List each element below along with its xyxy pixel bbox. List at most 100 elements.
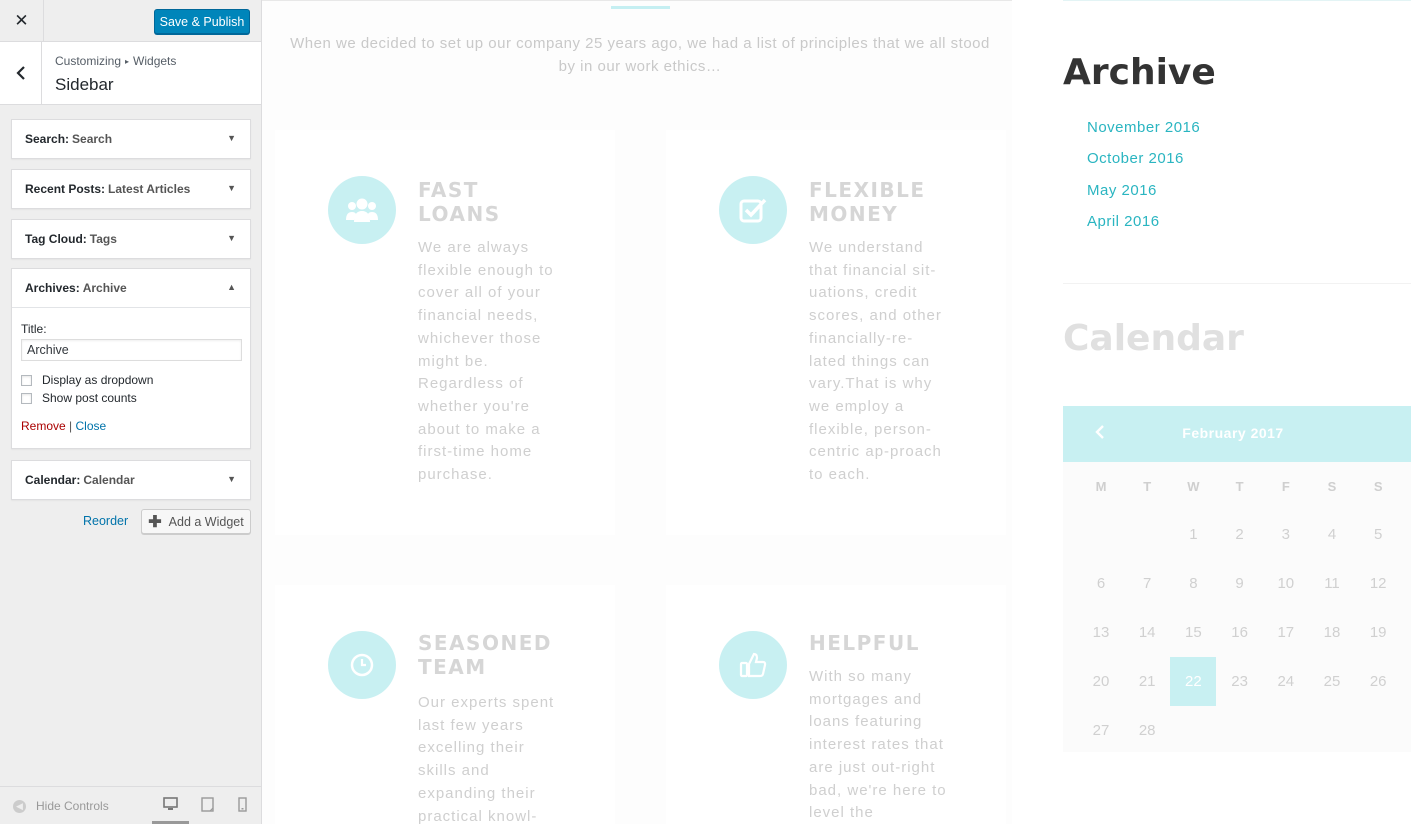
- reorder-link[interactable]: Reorder: [83, 514, 128, 528]
- widget-header[interactable]: Recent Posts: Latest Articles ▼: [12, 170, 250, 208]
- calendar-day[interactable]: 19: [1355, 608, 1401, 657]
- feature-card-seasoned-team: SEASONED TEAM Our experts spent last few…: [275, 585, 615, 824]
- post-counts-option[interactable]: Show post counts: [21, 391, 241, 405]
- calendar-day[interactable]: 26: [1355, 657, 1401, 706]
- calendar-header: February 2017: [1063, 406, 1411, 462]
- calendar-day[interactable]: 27: [1078, 706, 1124, 755]
- widget-calendar[interactable]: Calendar: Calendar ▼: [11, 460, 251, 500]
- add-widget-label: Add a Widget: [168, 514, 244, 529]
- customizer-top-bar: ✕ Save & Publish: [0, 0, 261, 42]
- widget-type: Search:: [25, 132, 70, 146]
- chevron-down-icon[interactable]: ▼: [227, 133, 236, 143]
- chevron-down-icon[interactable]: ▼: [227, 183, 236, 193]
- save-publish-button[interactable]: Save & Publish: [154, 9, 250, 34]
- chevron-left-icon[interactable]: [0, 42, 42, 104]
- card-title: HELPFUL: [809, 631, 949, 655]
- post-counts-checkbox[interactable]: [21, 392, 32, 404]
- top-divider: [262, 0, 1012, 1]
- post-counts-label: Show post counts: [42, 391, 137, 405]
- calendar-day[interactable]: 25: [1309, 657, 1355, 706]
- desktop-icon[interactable]: [163, 797, 178, 813]
- calendar-day[interactable]: 11: [1309, 559, 1355, 608]
- tablet-icon[interactable]: [201, 797, 215, 813]
- widget-type: Calendar:: [25, 473, 81, 487]
- calendar-day[interactable]: 8: [1170, 559, 1216, 608]
- calendar-weekday: S: [1373, 479, 1383, 494]
- calendar-day[interactable]: 15: [1170, 608, 1216, 657]
- widget-tag-cloud[interactable]: Tag Cloud: Tags ▼: [11, 219, 251, 259]
- archive-link[interactable]: November 2016: [1087, 119, 1200, 150]
- widget-divider: [1063, 283, 1411, 284]
- calendar-day[interactable]: 23: [1217, 657, 1263, 706]
- section-header: Customizing ▸ Widgets Sidebar: [0, 42, 261, 105]
- feature-card-flexible-money: FLEXIBLE MONEY We understand that financ…: [666, 130, 1006, 535]
- close-icon[interactable]: ✕: [0, 0, 44, 42]
- widget-search[interactable]: Search: Search ▼: [11, 119, 251, 159]
- calendar-day[interactable]: 1: [1170, 510, 1216, 559]
- card-text: With so many mortgages and loans featuri…: [809, 668, 947, 822]
- archive-link[interactable]: April 2016: [1087, 213, 1200, 244]
- customizer-panel: ✕ Save & Publish Customizing ▸ Widgets Sid…: [0, 0, 262, 824]
- calendar-widget-title: Calendar: [1063, 318, 1244, 359]
- close-link[interactable]: Close: [76, 419, 107, 433]
- widget-recent-posts[interactable]: Recent Posts: Latest Articles ▼: [11, 169, 251, 209]
- card-title: FAST LOANS: [418, 178, 558, 226]
- dropdown-checkbox[interactable]: [21, 374, 32, 386]
- calendar-weekday: M: [1095, 479, 1107, 494]
- calendar-day[interactable]: 5: [1355, 510, 1401, 559]
- dropdown-option[interactable]: Display as dropdown: [21, 373, 241, 387]
- remove-link[interactable]: Remove: [21, 419, 66, 433]
- card-text: We understand that financial sit-uations…: [809, 239, 942, 484]
- calendar-day[interactable]: 20: [1078, 657, 1124, 706]
- dropdown-label: Display as dropdown: [42, 373, 154, 387]
- mobile-icon[interactable]: [238, 797, 252, 813]
- calendar-day[interactable]: 3: [1263, 510, 1309, 559]
- calendar-day[interactable]: 21: [1124, 657, 1170, 706]
- calendar-day[interactable]: 24: [1263, 657, 1309, 706]
- calendar-day[interactable]: 13: [1078, 608, 1124, 657]
- calendar-day-today[interactable]: 22: [1170, 657, 1217, 706]
- calendar-day[interactable]: 18: [1309, 608, 1355, 657]
- widget-header[interactable]: Search: Search ▼: [12, 120, 250, 158]
- calendar-day[interactable]: 17: [1263, 608, 1309, 657]
- archive-link[interactable]: October 2016: [1087, 150, 1200, 181]
- archive-link[interactable]: May 2016: [1087, 182, 1200, 213]
- calendar-weekday: F: [1281, 479, 1290, 494]
- calendar-day[interactable]: 16: [1217, 608, 1263, 657]
- calendar-day[interactable]: 9: [1217, 559, 1263, 608]
- hide-controls-button[interactable]: ◀ Hide Controls: [13, 799, 109, 813]
- breadcrumb-separator-icon: ▸: [125, 57, 130, 66]
- add-widget-button[interactable]: ✚ Add a Widget: [141, 509, 251, 534]
- collapse-icon: ◀: [13, 799, 26, 813]
- calendar-day[interactable]: 14: [1124, 608, 1170, 657]
- calendar-day[interactable]: 6: [1078, 559, 1124, 608]
- archive-list: November 2016 October 2016 May 2016 Apri…: [1087, 119, 1200, 244]
- section-title: Sidebar: [55, 75, 114, 94]
- title-input[interactable]: [21, 339, 242, 361]
- calendar-weekday: T: [1143, 479, 1152, 494]
- widget-archives[interactable]: Archives:Archive ▲ Title: Display as dro…: [11, 268, 251, 449]
- sidebar-top-divider: [1063, 0, 1411, 1]
- title-label: Title:: [21, 322, 47, 336]
- card-title-line1: FLEXIBLE: [809, 178, 926, 202]
- widget-actions: Remove | Close: [21, 419, 241, 433]
- intro-text: When we decided to set up our company 25…: [290, 35, 990, 75]
- calendar-day[interactable]: 7: [1124, 559, 1170, 608]
- chevron-down-icon[interactable]: ▼: [227, 233, 236, 243]
- chevron-down-icon[interactable]: ▼: [227, 474, 236, 484]
- calendar-day[interactable]: 10: [1263, 559, 1309, 608]
- calendar-day[interactable]: 2: [1217, 510, 1263, 559]
- widget-header[interactable]: Tag Cloud: Tags ▼: [12, 220, 250, 258]
- calendar-day[interactable]: 12: [1355, 559, 1401, 608]
- calendar-day[interactable]: 28: [1124, 706, 1170, 755]
- calendar-weekday: W: [1187, 479, 1200, 494]
- card-title-line2: LOANS: [418, 202, 501, 226]
- feature-card-helpful: HELPFUL With so many mortgages and loans…: [666, 585, 1006, 824]
- widget-header[interactable]: Archives: Archive ▲: [12, 269, 250, 307]
- widget-type: Tag Cloud:: [25, 232, 87, 246]
- calendar-day[interactable]: 4: [1309, 510, 1355, 559]
- widget-header[interactable]: Calendar: Calendar ▼: [12, 461, 250, 499]
- users-icon: [328, 176, 396, 244]
- chevron-up-icon[interactable]: ▲: [227, 282, 236, 292]
- card-title-line2: TEAM: [418, 655, 487, 679]
